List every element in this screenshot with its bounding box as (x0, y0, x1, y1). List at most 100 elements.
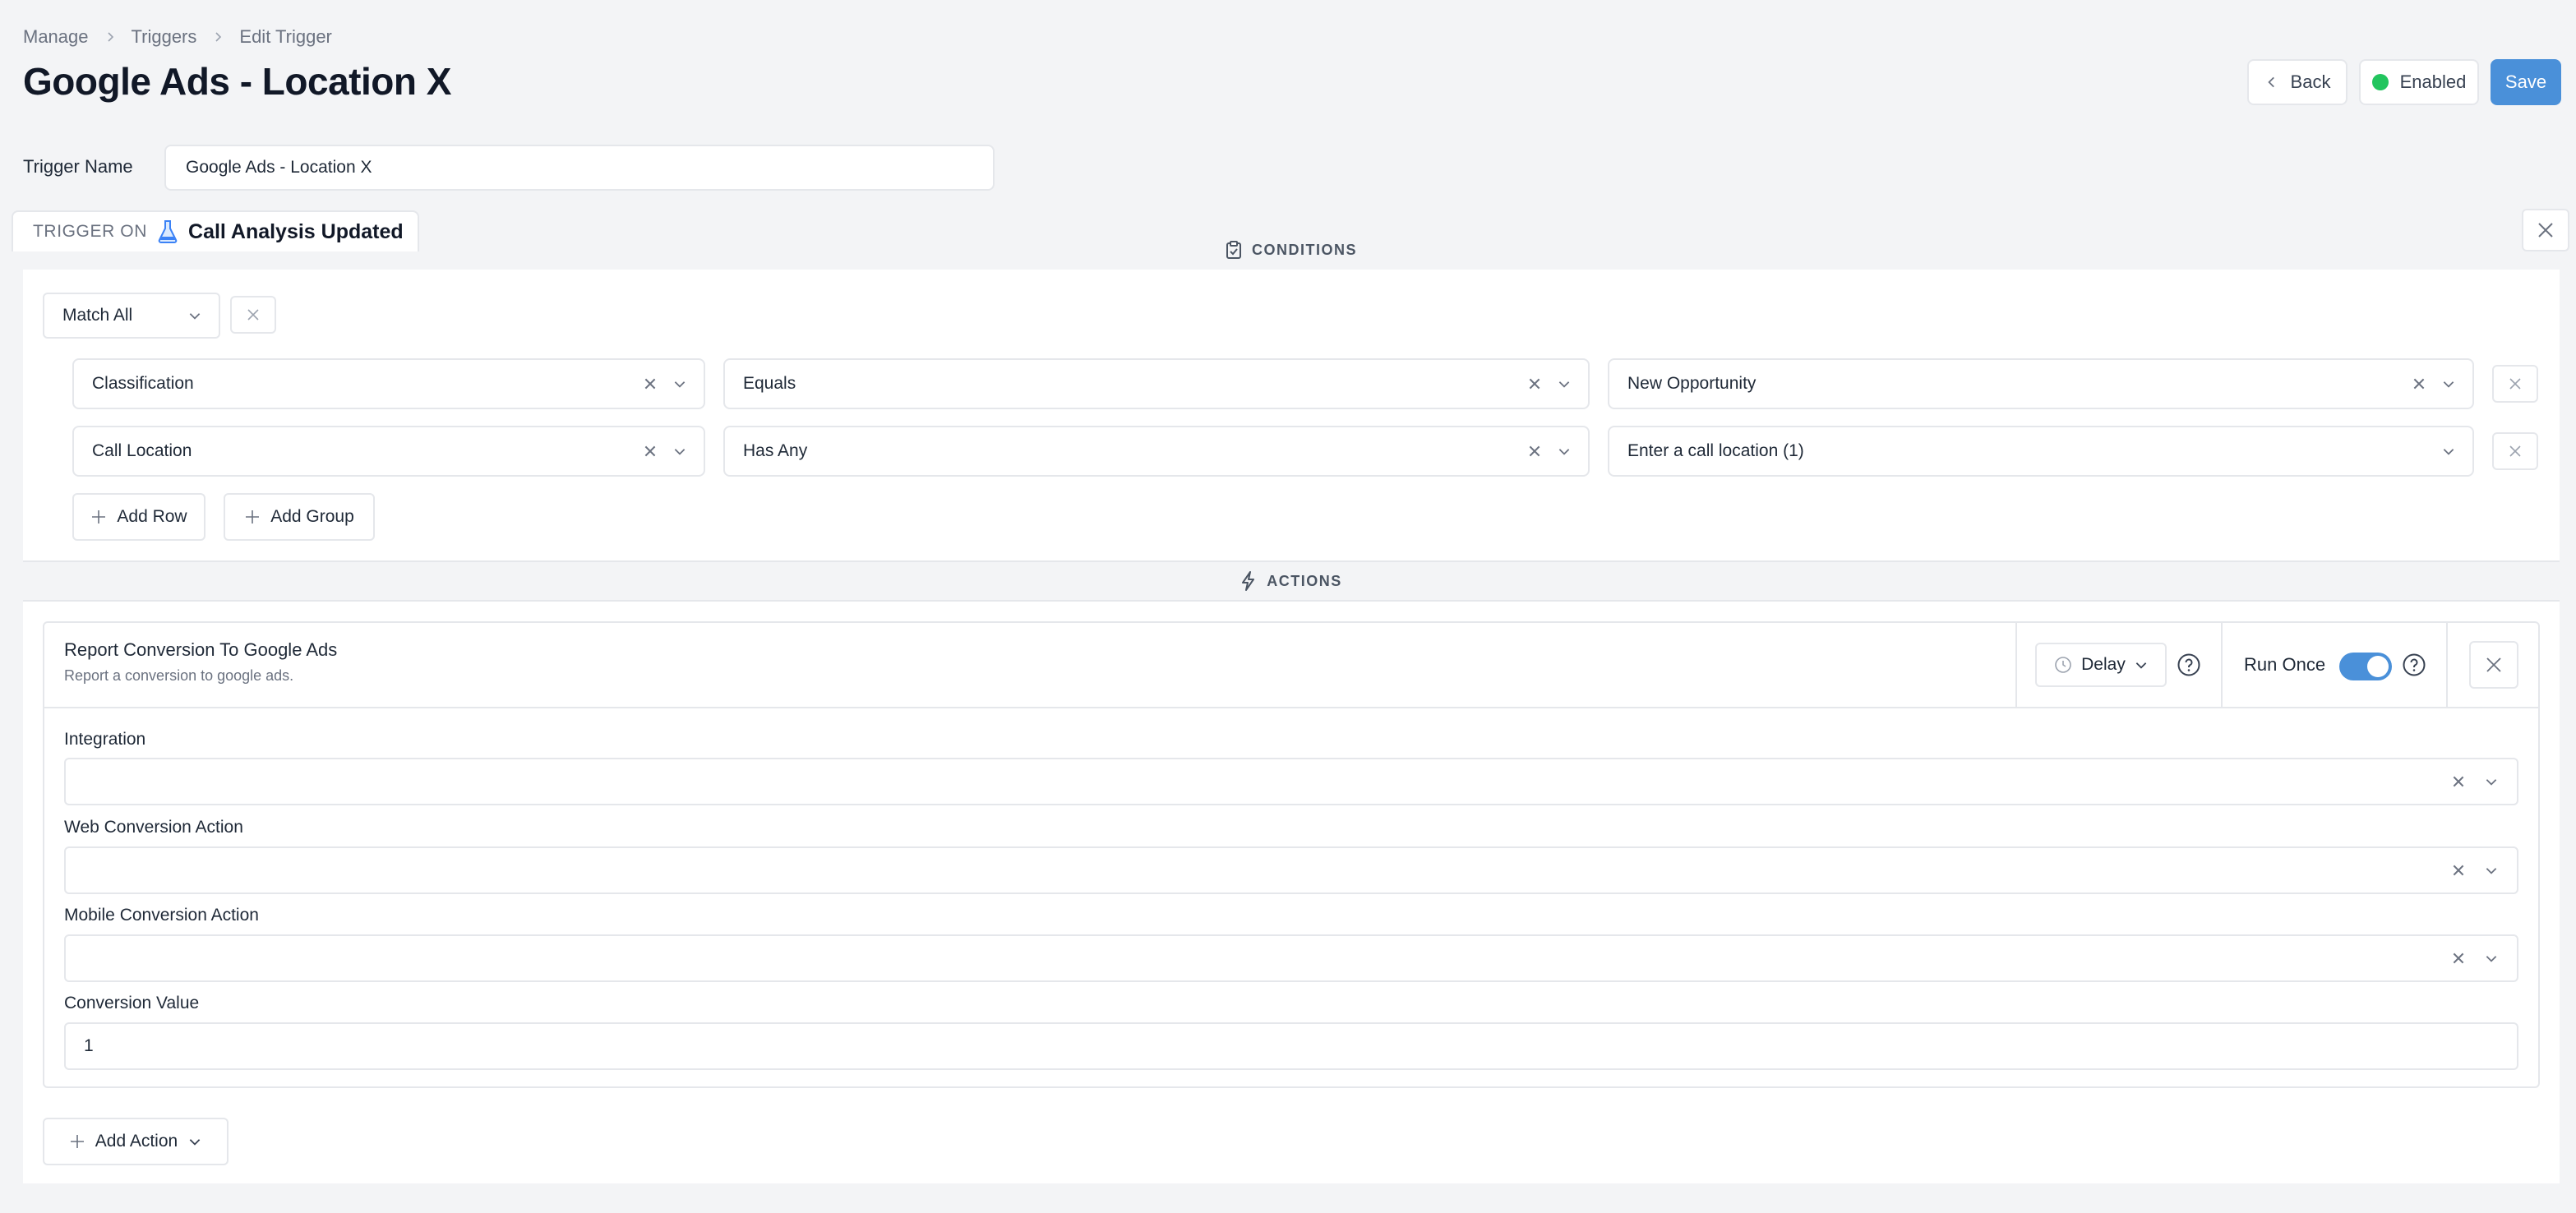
clear-icon[interactable] (2451, 951, 2466, 966)
close-icon (2538, 223, 2553, 238)
clear-icon[interactable] (643, 376, 658, 391)
divider (2015, 623, 2017, 707)
save-button[interactable]: Save (2491, 59, 2561, 105)
condition-operator-value: Has Any (743, 441, 808, 460)
clear-icon[interactable] (1527, 376, 1542, 391)
close-icon (247, 309, 259, 321)
breadcrumb-triggers[interactable]: Triggers (132, 26, 197, 48)
chevron-down-icon[interactable] (2484, 774, 2499, 789)
close-icon (2509, 445, 2521, 457)
web-conversion-action-label: Web Conversion Action (64, 818, 243, 837)
remove-row-button[interactable] (2492, 365, 2538, 403)
call-location-placeholder: Enter a call location (1) (1627, 441, 1804, 460)
add-group-button[interactable]: Add Group (224, 493, 375, 541)
remove-action-button[interactable] (2469, 641, 2518, 689)
conversion-value-text: 1 (84, 1036, 94, 1055)
condition-value-select[interactable]: New Opportunity (1608, 358, 2474, 409)
clear-icon[interactable] (1527, 444, 1542, 459)
delay-label: Delay (2081, 655, 2126, 674)
mobile-conversion-action-label: Mobile Conversion Action (64, 906, 259, 925)
help-icon[interactable] (2402, 653, 2426, 677)
add-group-label: Add Group (270, 507, 354, 526)
trigger-name-label: Trigger Name (23, 156, 133, 177)
chevron-down-icon[interactable] (1557, 444, 1572, 459)
call-location-select[interactable]: Enter a call location (1) (1608, 426, 2474, 477)
chevron-left-icon (2267, 76, 2274, 88)
flask-icon (158, 220, 178, 243)
status-dot-icon (2371, 74, 2389, 90)
actions-header-label: ACTIONS (1267, 572, 1342, 589)
add-action-label: Add Action (95, 1132, 178, 1151)
chevron-down-icon[interactable] (2484, 951, 2499, 966)
breadcrumb-manage[interactable]: Manage (23, 26, 89, 48)
trigger-on-tab[interactable]: TRIGGER ON Call Analysis Updated (12, 210, 419, 251)
chevron-down-icon (189, 1139, 201, 1146)
chevron-down-icon (189, 313, 201, 320)
condition-value-value: New Opportunity (1627, 374, 1757, 393)
condition-field-value: Call Location (92, 441, 192, 460)
clear-icon[interactable] (2451, 774, 2466, 789)
clipboard-icon (1226, 241, 1241, 259)
condition-field-select[interactable]: Call Location (72, 426, 705, 477)
enabled-label: Enabled (2399, 71, 2467, 92)
enabled-toggle-button[interactable]: Enabled (2359, 59, 2479, 105)
page-title: Google Ads - Location X (23, 60, 451, 103)
match-select-value: Match All (62, 306, 133, 325)
condition-field-select[interactable]: Classification (72, 358, 705, 409)
chevron-down-icon[interactable] (2441, 444, 2456, 459)
delay-button[interactable]: Delay (2035, 643, 2167, 687)
condition-operator-select[interactable]: Has Any (723, 426, 1590, 477)
run-once-label: Run Once (2244, 654, 2326, 675)
chevron-down-icon (2135, 662, 2147, 669)
remove-group-button[interactable] (230, 296, 276, 334)
trigger-name-input[interactable] (164, 145, 995, 191)
chevron-down-icon[interactable] (2484, 863, 2499, 878)
web-conversion-action-select[interactable] (64, 846, 2518, 894)
clear-icon[interactable] (2412, 376, 2426, 391)
action-title: Report Conversion To Google Ads (64, 639, 338, 660)
back-label: Back (2290, 71, 2331, 92)
mobile-conversion-action-select[interactable] (64, 934, 2518, 982)
divider (2446, 623, 2448, 707)
breadcrumb: Manage Triggers Edit Trigger (23, 25, 332, 49)
chevron-down-icon[interactable] (1557, 376, 1572, 391)
action-description: Report a conversion to google ads. (64, 667, 294, 684)
add-action-button[interactable]: Add Action (43, 1118, 229, 1165)
breadcrumb-edit-trigger: Edit Trigger (239, 26, 332, 47)
chevron-down-icon[interactable] (672, 444, 687, 459)
chevron-right-icon (104, 30, 117, 44)
condition-operator-select[interactable]: Equals (723, 358, 1590, 409)
condition-operator-value: Equals (743, 374, 796, 393)
plus-icon (70, 1135, 84, 1148)
clock-icon (2055, 657, 2071, 673)
close-icon (2509, 378, 2521, 390)
chevron-down-icon[interactable] (2441, 376, 2456, 391)
plus-icon (92, 510, 106, 523)
conversion-value-input[interactable]: 1 (64, 1022, 2518, 1070)
conditions-header-label: CONDITIONS (1251, 241, 1357, 258)
bolt-icon (1242, 571, 1255, 591)
trigger-on-label: TRIGGER ON (33, 222, 148, 241)
plus-icon (246, 510, 260, 523)
clear-icon[interactable] (2451, 863, 2466, 878)
toggle-knob (2367, 656, 2389, 677)
remove-row-button[interactable] (2492, 432, 2538, 470)
actions-header: ACTIONS (23, 560, 2560, 602)
conditions-panel (23, 270, 2560, 560)
divider (2221, 623, 2223, 707)
remove-trigger-button[interactable] (2522, 209, 2569, 251)
chevron-right-icon (211, 30, 224, 44)
back-button[interactable]: Back (2247, 59, 2347, 105)
condition-field-value: Classification (92, 374, 194, 393)
help-icon[interactable] (2177, 653, 2201, 677)
integration-label: Integration (64, 730, 146, 749)
match-select[interactable]: Match All (43, 293, 220, 339)
run-once-toggle[interactable] (2339, 653, 2392, 680)
close-icon (2486, 657, 2501, 672)
trigger-event: Call Analysis Updated (188, 219, 404, 243)
chevron-down-icon[interactable] (672, 376, 687, 391)
clear-icon[interactable] (643, 444, 658, 459)
integration-select[interactable] (64, 758, 2518, 805)
add-row-button[interactable]: Add Row (72, 493, 205, 541)
conversion-value-label: Conversion Value (64, 994, 200, 1012)
